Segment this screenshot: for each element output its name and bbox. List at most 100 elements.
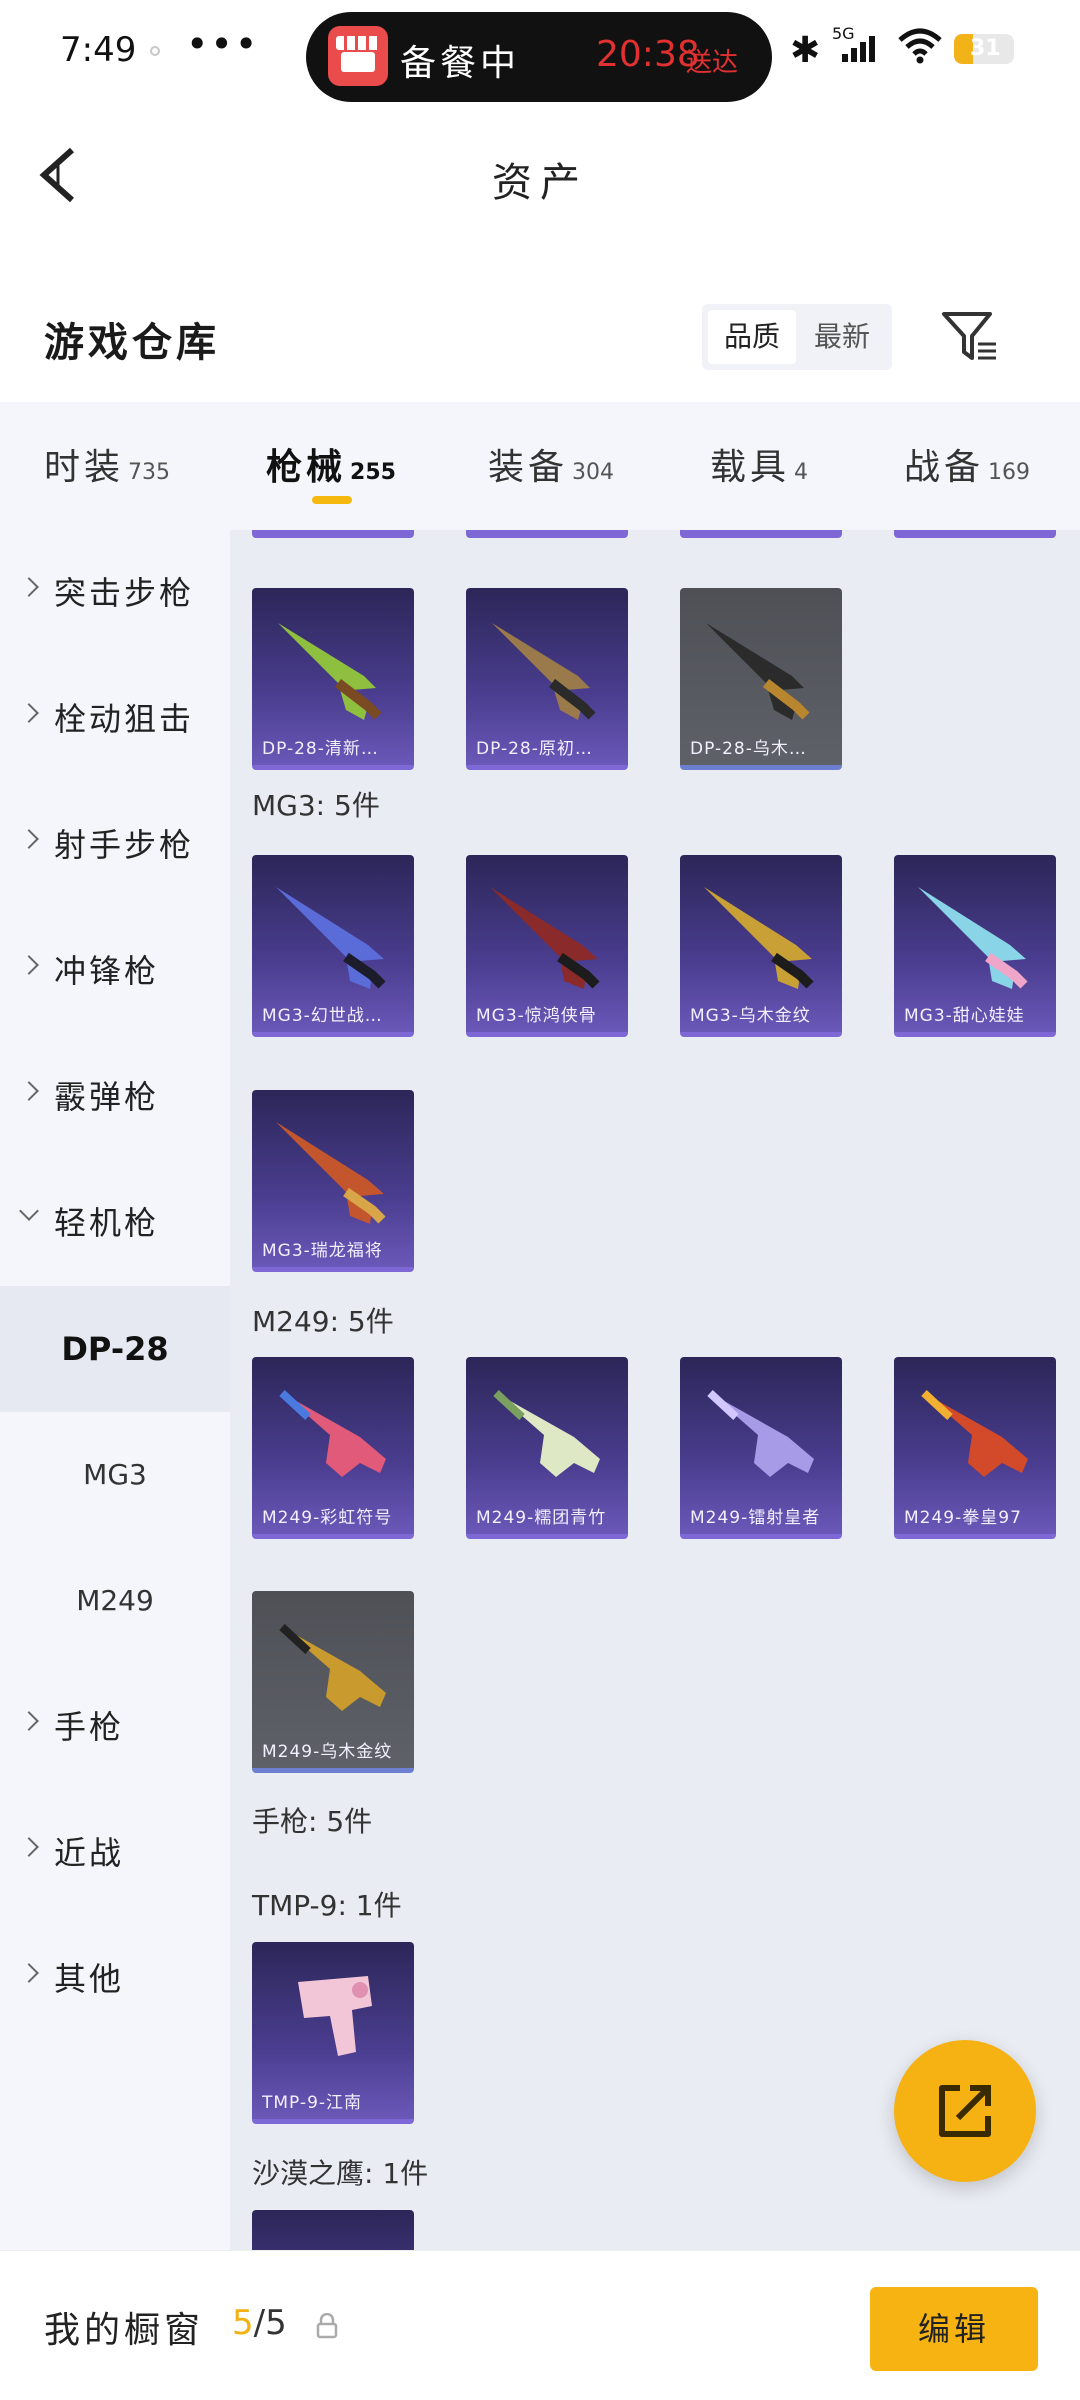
- item-card[interactable]: TMP-9-江南: [252, 1942, 414, 2124]
- sidebar-item-label: 手枪: [54, 1708, 125, 1746]
- sidebar-item-marksman-rifle[interactable]: 射手步枪: [0, 782, 230, 908]
- order-eta: 20:38: [596, 34, 700, 75]
- tab-count: 304: [572, 460, 615, 485]
- item-card[interactable]: M249-彩虹符号: [252, 1357, 414, 1539]
- chevron-right-icon: [19, 1837, 39, 1857]
- item-card-partial[interactable]: [252, 2210, 414, 2250]
- showcase-used: 5: [232, 2303, 254, 2343]
- item-card[interactable]: MG3-惊鸿侠骨: [466, 855, 628, 1037]
- edit-button[interactable]: 编辑: [870, 2287, 1038, 2371]
- sidebar-subitem-dp28[interactable]: DP-28: [0, 1286, 230, 1412]
- item-card-partial: [252, 530, 414, 538]
- group-label-mg3: MG3: 5件: [252, 789, 380, 822]
- active-tab-indicator: [312, 496, 352, 504]
- battery-icon: 31: [954, 34, 1014, 64]
- item-card[interactable]: MG3-瑞龙福将: [252, 1090, 414, 1272]
- chevron-right-icon: [19, 1081, 39, 1101]
- dynamic-island-order[interactable]: 备餐中 20:38 送达: [306, 12, 772, 102]
- item-card[interactable]: MG3-乌木金纹: [680, 855, 842, 1037]
- notification-dot-icon: [150, 46, 160, 56]
- sidebar-subitem-m249[interactable]: M249: [0, 1538, 230, 1664]
- sidebar-item-assault-rifle[interactable]: 突击步枪: [0, 530, 230, 656]
- sidebar-item-pistol[interactable]: 手枪: [0, 1664, 230, 1790]
- wifi-icon: [898, 28, 942, 64]
- sidebar-item-label: 近战: [54, 1834, 125, 1872]
- item-card[interactable]: DP-28-原初…: [466, 588, 628, 770]
- share-icon: [939, 2085, 991, 2137]
- item-card-label: M249-彩虹符号: [262, 1508, 393, 1528]
- item-card-partial: [894, 530, 1056, 538]
- item-card-label: M249-乌木金纹: [262, 1742, 393, 1762]
- tab-combat-gear[interactable]: 战备 169: [904, 438, 1030, 498]
- filter-icon[interactable]: [940, 308, 1000, 366]
- sidebar-item-shotgun[interactable]: 霰弹枪: [0, 1034, 230, 1160]
- sort-newest-button[interactable]: 最新: [798, 310, 886, 364]
- tab-label: 时装: [44, 447, 125, 488]
- tab-fashion[interactable]: 时装 735: [44, 438, 170, 498]
- item-card[interactable]: MG3-幻世战…: [252, 855, 414, 1037]
- group-label-pistol: 手枪: 5件: [252, 1805, 373, 1838]
- showcase-total: /5: [253, 2303, 287, 2343]
- section-title: 游戏仓库: [44, 320, 220, 366]
- item-card-partial: [466, 530, 628, 538]
- item-card[interactable]: M249-拳皇97: [894, 1357, 1056, 1539]
- sidebar-item-label: 其他: [54, 1960, 125, 1998]
- battery-level: 31: [970, 36, 1001, 61]
- lmg-icon: [276, 887, 386, 989]
- chevron-down-icon: [19, 1201, 39, 1221]
- sidebar-item-label: 射手步枪: [54, 826, 195, 864]
- lmg-icon: [704, 887, 814, 989]
- tab-count: 4: [794, 460, 809, 485]
- lmg-icon: [279, 1390, 386, 1477]
- sidebar-item-label: 冲锋枪: [54, 952, 160, 990]
- lmg-icon: [276, 1122, 386, 1224]
- sidebar-item-lmg[interactable]: 轻机枪: [0, 1160, 230, 1286]
- showcase-label: 我的橱窗: [44, 2310, 205, 2351]
- lmg-icon: [921, 1390, 1028, 1477]
- sidebar-item-smg[interactable]: 冲锋枪: [0, 908, 230, 1034]
- sort-quality-button[interactable]: 品质: [708, 310, 796, 364]
- sidebar-item-bolt-sniper[interactable]: 栓动狙击: [0, 656, 230, 782]
- item-card-label: M249-镭射皇者: [690, 1508, 821, 1528]
- showcase-count: 5/5: [232, 2303, 287, 2343]
- item-card-label: DP-28-乌木…: [690, 739, 807, 759]
- item-card[interactable]: M249-乌木金纹: [252, 1591, 414, 1773]
- lock-icon: [316, 2313, 338, 2339]
- lmg-icon: [279, 1624, 386, 1711]
- status-icons: ✱ 5G 31: [790, 24, 1050, 74]
- item-card[interactable]: M249-糯团青竹: [466, 1357, 628, 1539]
- sidebar-item-melee[interactable]: 近战: [0, 1790, 230, 1916]
- chevron-right-icon: [19, 1963, 39, 1983]
- tab-vehicles[interactable]: 载具 4: [710, 438, 808, 498]
- item-card[interactable]: M249-镭射皇者: [680, 1357, 842, 1539]
- sidebar-subitem-mg3[interactable]: MG3: [0, 1412, 230, 1538]
- item-card-label: DP-28-原初…: [476, 739, 593, 759]
- group-label-tmp9: TMP-9: 1件: [252, 1889, 402, 1922]
- chevron-right-icon: [19, 955, 39, 975]
- item-card-label: MG3-惊鸿侠骨: [476, 1006, 597, 1026]
- page-title: 资产: [492, 160, 588, 206]
- status-bar: 7:49 ••• 备餐中 20:38 送达 ✱ 5G 31: [0, 0, 1080, 102]
- sidebar: 突击步枪 栓动狙击 射手步枪 冲锋枪 霰弹枪 轻机枪 DP-28 MG3 M24…: [0, 530, 230, 2250]
- lmg-icon: [490, 887, 600, 989]
- item-card-label: MG3-甜心娃娃: [904, 1006, 1025, 1026]
- item-card[interactable]: DP-28-乌木…: [680, 588, 842, 770]
- tab-count: 255: [350, 460, 396, 485]
- share-button[interactable]: [894, 2040, 1036, 2182]
- pistol-icon: [298, 1976, 372, 2056]
- order-status: 备餐中: [400, 43, 521, 84]
- tab-guns[interactable]: 枪械 255: [266, 438, 396, 498]
- tab-label: 装备: [488, 447, 569, 488]
- item-card-label: MG3-幻世战…: [262, 1006, 383, 1026]
- category-tabs: 时装 735 枪械 255 装备 304 载具 4 战备 169: [0, 402, 1080, 530]
- group-label-m249: M249: 5件: [252, 1305, 394, 1338]
- item-card[interactable]: MG3-甜心娃娃: [894, 855, 1056, 1037]
- item-card[interactable]: DP-28-清新…: [252, 588, 414, 770]
- store-icon: [328, 26, 388, 86]
- item-card-label: M249-拳皇97: [904, 1508, 1022, 1528]
- tab-equipment[interactable]: 装备 304: [488, 438, 614, 498]
- tab-label: 载具: [710, 447, 791, 488]
- bluetooth-icon: ✱: [790, 30, 821, 71]
- tab-label: 战备: [904, 447, 985, 488]
- sidebar-item-other[interactable]: 其他: [0, 1916, 230, 2042]
